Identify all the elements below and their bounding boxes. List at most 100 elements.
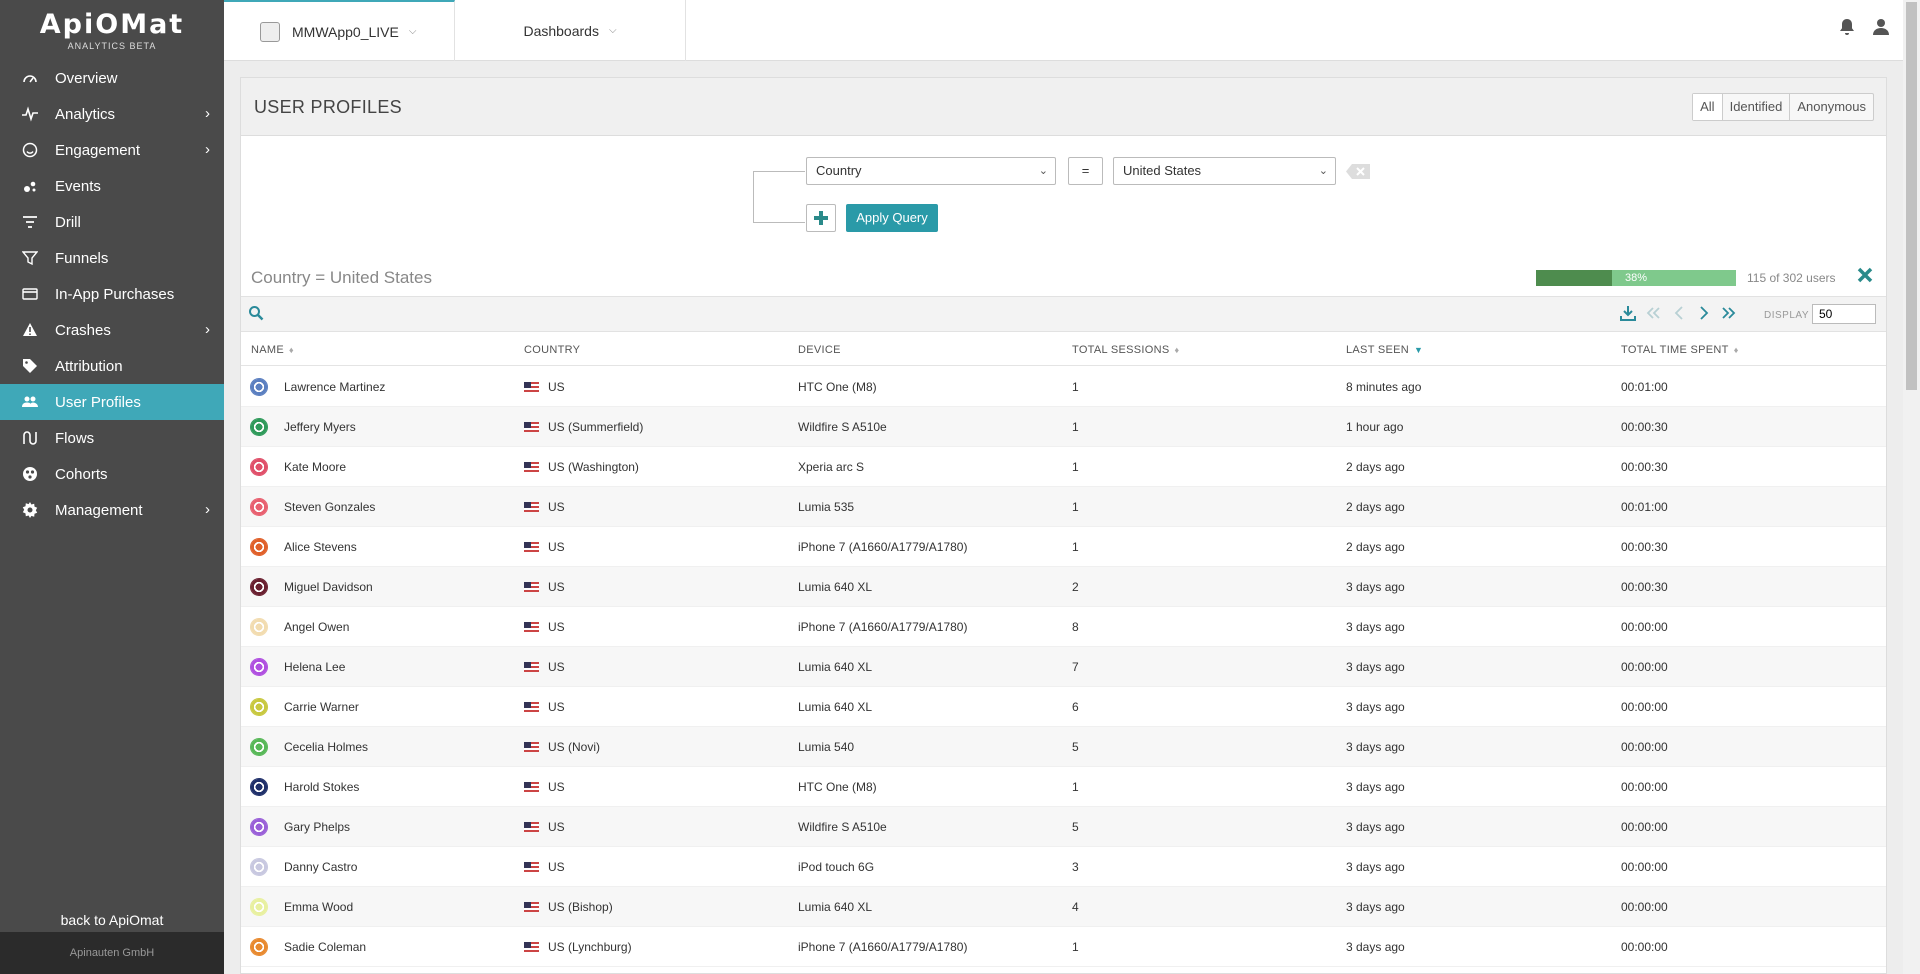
top-bar: MMWApp0_LIVE ⌵ Dashboards ⌵ — [224, 0, 1903, 61]
sidebar-item-flows[interactable]: Flows — [0, 420, 224, 456]
cell-sessions: 1 — [1072, 540, 1079, 554]
first-page-icon[interactable] — [1645, 305, 1661, 326]
display-count-input[interactable] — [1812, 304, 1876, 324]
sidebar-item-funnels[interactable]: Funnels — [0, 240, 224, 276]
cell-time-spent-text: 00:00:30 — [1621, 540, 1668, 554]
us-flag-icon — [524, 462, 539, 472]
sidebar-item-cohorts[interactable]: Cohorts — [0, 456, 224, 492]
column-last-seen[interactable]: LAST SEEN ▼ — [1346, 344, 1423, 356]
cell-name-text: Cecelia Holmes — [284, 740, 369, 754]
cell-last-seen-text: 2 days ago — [1346, 460, 1405, 474]
user-icon[interactable] — [1873, 18, 1889, 41]
sidebar-item-overview[interactable]: Overview — [0, 60, 224, 96]
query-operator-select[interactable]: = — [1068, 157, 1103, 185]
plus-icon — [814, 211, 828, 225]
table-row[interactable]: Miguel Davidson US Lumia 640 XL 2 3 days ago… — [241, 567, 1886, 607]
apply-query-button[interactable]: Apply Query — [846, 204, 938, 232]
filter-anonymous-button[interactable]: Anonymous — [1789, 94, 1873, 120]
last-page-icon[interactable] — [1721, 305, 1737, 326]
query-value-text: United States — [1123, 163, 1202, 178]
search-icon[interactable] — [248, 305, 264, 326]
cell-name-text: Harold Stokes — [284, 780, 360, 794]
column-last-seen-label: LAST SEEN — [1346, 344, 1410, 356]
app-name: MMWApp0_LIVE — [292, 23, 399, 40]
sidebar-item-user-profiles[interactable]: User Profiles — [0, 384, 224, 420]
table-row[interactable]: Emma Wood US (Bishop) Lumia 640 XL 4 3 days … — [241, 887, 1886, 927]
cell-last-seen: 2 days ago — [1346, 540, 1405, 554]
cell-name-text: Sadie Coleman — [284, 940, 367, 954]
column-total-sessions[interactable]: TOTAL SESSIONS ♦ — [1072, 344, 1179, 356]
clear-condition-icon[interactable] — [1345, 163, 1371, 185]
cell-time-spent-text: 00:00:00 — [1621, 700, 1668, 714]
cell-name: Lawrence Martinez — [284, 380, 385, 394]
smile-icon — [20, 140, 40, 160]
dashboards-dropdown[interactable]: Dashboards ⌵ — [455, 0, 686, 61]
table-row[interactable]: Carrie Warner US Lumia 640 XL 6 3 days ago 00… — [241, 687, 1886, 727]
cell-time-spent: 00:00:30 — [1621, 420, 1668, 434]
table-row[interactable]: Helena Lee US Lumia 640 XL 7 3 days ago 00:00… — [241, 647, 1886, 687]
cell-device: Wildfire S A510e — [798, 420, 887, 434]
scrollbar-thumb[interactable] — [1906, 2, 1917, 390]
cell-device: HTC One (M8) — [798, 380, 877, 394]
sidebar-item-attribution[interactable]: Attribution — [0, 348, 224, 384]
cell-name-text: Lawrence Martinez — [284, 380, 386, 394]
column-total-time-spent[interactable]: TOTAL TIME SPENT ♦ — [1621, 344, 1739, 356]
cell-last-seen-text: 3 days ago — [1346, 660, 1405, 674]
sidebar-item-label: Analytics — [55, 105, 116, 123]
filter-identified-button[interactable]: Identified — [1721, 94, 1790, 120]
cell-name: Kate Moore — [284, 460, 346, 474]
cell-country: US — [524, 820, 565, 834]
cell-sessions-text: 5 — [1072, 740, 1079, 754]
cell-last-seen-text: 3 days ago — [1346, 780, 1405, 794]
cell-device: Lumia 640 XL — [798, 700, 872, 714]
sidebar-item-analytics[interactable]: Analytics › — [0, 96, 224, 132]
column-name-label: NAME — [251, 344, 284, 356]
cell-country-text: US — [548, 380, 565, 394]
cell-device: Lumia 640 XL — [798, 900, 872, 914]
cell-sessions: 2 — [1072, 580, 1079, 594]
table-row[interactable]: Harold Stokes US HTC One (M8) 1 3 days ago 00… — [241, 767, 1886, 807]
bell-icon[interactable] — [1839, 18, 1855, 41]
cell-device-text: Wildfire S A510e — [798, 820, 887, 834]
cell-time-spent-text: 00:00:00 — [1621, 860, 1668, 874]
table-row[interactable]: Lawrence Martinez US HTC One (M8) 1 8 minute… — [241, 367, 1886, 407]
sidebar-item-in-app-purchases[interactable]: In-App Purchases — [0, 276, 224, 312]
cell-time-spent: 00:00:30 — [1621, 460, 1668, 474]
sidebar-item-events[interactable]: Events — [0, 168, 224, 204]
cell-time-spent-text: 00:00:00 — [1621, 780, 1668, 794]
table-row[interactable]: Sadie Coleman US (Lynchburg) iPhone 7 (A16… — [241, 927, 1886, 967]
logo[interactable]: ApiOMat ANALYTICS BETA — [0, 0, 224, 60]
sidebar-item-crashes[interactable]: Crashes › — [0, 312, 224, 348]
table-row[interactable]: Steven Gonzales US Lumia 535 1 2 days ago 00:… — [241, 487, 1886, 527]
avatar — [250, 898, 268, 916]
filter-all-button[interactable]: All — [1693, 94, 1722, 120]
table-row[interactable]: Danny Castro US iPod touch 6G 3 3 days ago 00… — [241, 847, 1886, 887]
cell-time-spent: 00:01:00 — [1621, 380, 1668, 394]
close-icon[interactable] — [1857, 267, 1873, 288]
cell-sessions: 5 — [1072, 820, 1079, 834]
next-page-icon[interactable] — [1696, 305, 1712, 326]
table-row[interactable]: Alice Stevens US iPhone 7 (A1660/A1779/A17… — [241, 527, 1886, 567]
cell-country-text: US — [548, 620, 565, 634]
table-row[interactable]: Angel Owen US iPhone 7 (A1660/A1779/A1780)… — [241, 607, 1886, 647]
cell-device: Wildfire S A510e — [798, 820, 887, 834]
page-scrollbar[interactable] — [1903, 0, 1920, 974]
query-field-value: Country — [816, 163, 862, 178]
sidebar-item-drill[interactable]: Drill — [0, 204, 224, 240]
app-selector[interactable]: MMWApp0_LIVE ⌵ — [224, 0, 455, 61]
table-row[interactable]: Kate Moore US (Washington) Xperia arc S 1 2 … — [241, 447, 1886, 487]
table-row[interactable]: Jeffery Myers US (Summerfield) Wildfire S … — [241, 407, 1886, 447]
cell-time-spent-text: 00:00:00 — [1621, 940, 1668, 954]
table-row[interactable]: Gary Phelps US Wildfire S A510e 5 3 days ago… — [241, 807, 1886, 847]
sidebar-item-engagement[interactable]: Engagement › — [0, 132, 224, 168]
previous-page-icon[interactable] — [1671, 305, 1687, 326]
sidebar-item-management[interactable]: Management › — [0, 492, 224, 528]
avatar — [250, 378, 268, 396]
query-field-select[interactable]: Country ⌄ — [806, 157, 1056, 185]
query-value-select[interactable]: United States ⌄ — [1113, 157, 1336, 185]
table-row[interactable]: Cecelia Holmes US (Novi) Lumia 540 5 3 days … — [241, 727, 1886, 767]
download-icon[interactable] — [1620, 305, 1636, 326]
add-condition-button[interactable] — [806, 204, 836, 232]
column-name[interactable]: NAME ♦ — [251, 344, 294, 356]
cell-time-spent-text: 00:00:30 — [1621, 580, 1668, 594]
